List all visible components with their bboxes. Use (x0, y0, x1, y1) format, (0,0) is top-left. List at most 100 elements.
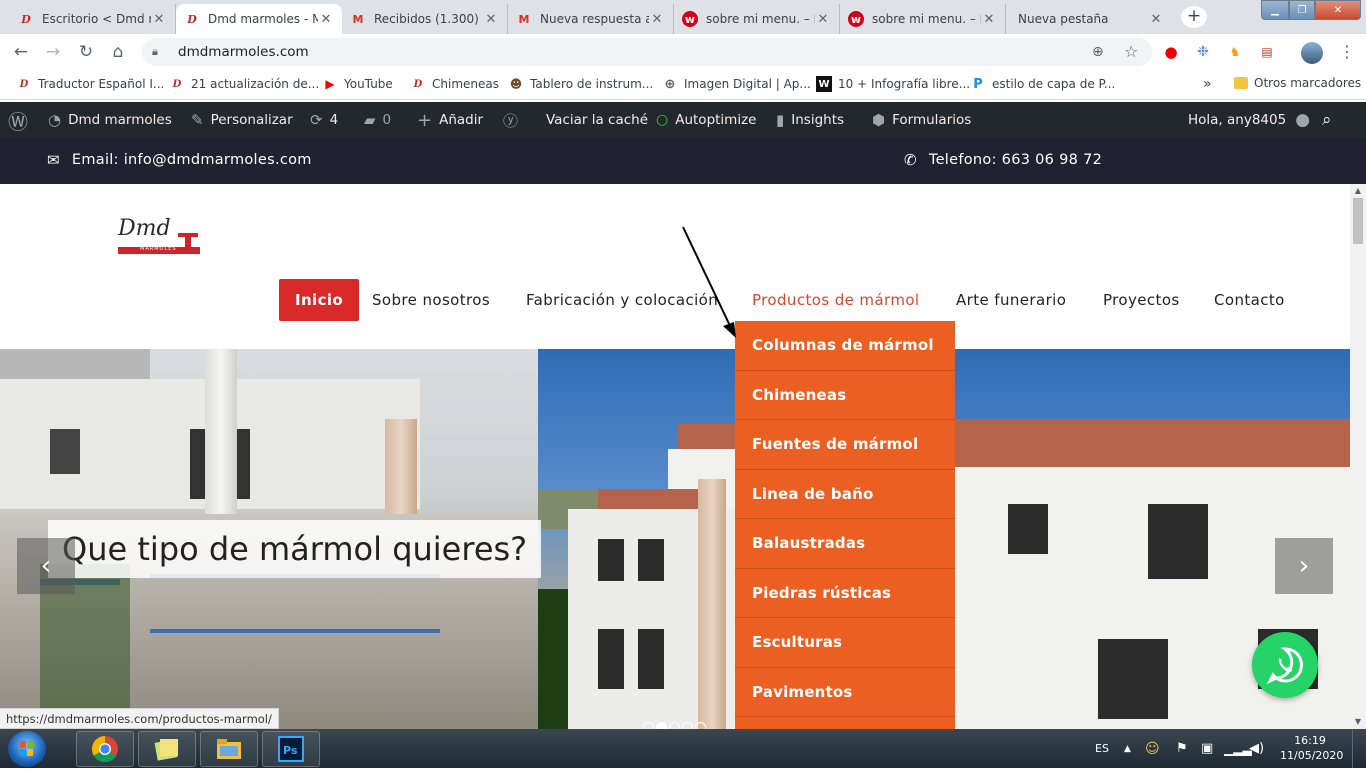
slider-dot[interactable] (695, 722, 706, 729)
wp-forms[interactable]: ⬢ Formularios (872, 102, 971, 138)
bookmark-item[interactable]: ▶ YouTube (322, 76, 392, 92)
slider-dot[interactable] (682, 722, 693, 729)
slider-dot-active[interactable] (656, 722, 667, 729)
bookmarks-overflow-button[interactable]: » (1203, 76, 1212, 92)
menu-icon[interactable]: ⋮ (1339, 42, 1355, 61)
show-desktop-button[interactable] (1352, 729, 1366, 768)
scroll-up-icon[interactable]: ▲ (1350, 184, 1366, 198)
back-icon[interactable]: ← (10, 41, 32, 63)
snowflake-extension-icon[interactable]: ❉ (1194, 43, 1212, 61)
close-icon[interactable]: ✕ (815, 12, 831, 27)
profile-avatar[interactable] (1301, 42, 1323, 64)
home-icon[interactable]: ⌂ (107, 41, 129, 63)
browser-tab[interactable]: M Recibidos (1.300) - ✕ (342, 4, 508, 34)
menu-item-piedras-rusticas[interactable]: Piedras rústicas (735, 569, 955, 618)
network-icon[interactable]: ▁▂▃ (1224, 729, 1252, 768)
taskbar-clock[interactable]: 16:19 11/05/2020 (1280, 733, 1343, 763)
close-icon[interactable]: ✕ (1148, 12, 1164, 27)
nav-item-arte-funerario[interactable]: Arte funerario (956, 279, 1066, 321)
taskbar-photoshop[interactable]: Ps (262, 731, 320, 767)
slider-prev-button[interactable]: ‹ (17, 538, 75, 594)
forward-icon[interactable]: → (42, 41, 64, 63)
nav-item-sobre-nosotros[interactable]: Sobre nosotros (372, 279, 490, 321)
menu-item-columnas[interactable]: Columnas de mármol (735, 321, 955, 371)
menu-item-balaustradas[interactable]: Balaustradas (735, 519, 955, 569)
bookmark-item[interactable]: D Chimeneas (410, 76, 499, 92)
wp-add-new[interactable]: + Añadir (417, 102, 483, 138)
other-bookmarks-folder[interactable]: Otros marcadores (1234, 76, 1361, 90)
wp-updates[interactable]: ⟳ 4 (310, 102, 338, 138)
wp-clear-cache[interactable]: Vaciar la caché (546, 102, 648, 138)
whatsapp-button[interactable] (1252, 632, 1318, 698)
opera-extension-icon[interactable]: ● (1162, 43, 1180, 61)
bookmark-star-icon[interactable]: ☆ (1124, 42, 1138, 61)
browser-tab[interactable]: M Nueva respuesta a ✕ (508, 4, 674, 34)
close-icon[interactable]: ✕ (649, 12, 665, 27)
wp-insights-label: Insights (791, 112, 845, 128)
close-icon[interactable]: ✕ (483, 12, 499, 27)
browser-tab[interactable]: D Escritorio < Dmd m ✕ (10, 4, 176, 34)
new-tab-button[interactable]: + (1181, 6, 1207, 28)
zoom-icon[interactable]: ⊕ (1092, 44, 1104, 60)
nav-item-productos[interactable]: Productos de mármol (752, 279, 920, 321)
close-icon[interactable]: ✕ (318, 12, 334, 27)
bookmark-item[interactable]: D 21 actualización de... (169, 76, 320, 92)
scroll-thumb[interactable] (1353, 198, 1363, 244)
phone-contact[interactable]: ✆ Telefono: 663 06 98 72 (904, 151, 1102, 169)
taskbar-file-explorer[interactable] (200, 731, 258, 767)
extension-icon[interactable]: ♞ (1226, 43, 1244, 61)
menu-item-chimeneas[interactable]: Chimeneas (735, 371, 955, 420)
start-button[interactable] (8, 731, 46, 767)
nav-item-proyectos[interactable]: Proyectos (1103, 279, 1180, 321)
slide-caption: Que tipo de mármol quieres? (48, 520, 542, 578)
close-icon[interactable]: ✕ (981, 12, 997, 27)
menu-item-pavimentos[interactable]: Pavimentos (735, 668, 955, 717)
language-indicator[interactable]: ES (1095, 729, 1109, 768)
bookmark-item[interactable]: W 10 + Infografía libre... (816, 76, 970, 92)
menu-item-fuentes[interactable]: Fuentes de mármol (735, 420, 955, 470)
menu-item-linea-bano[interactable]: Linea de baño (735, 470, 955, 519)
wp-account-menu[interactable]: Hola, any8405 ● (1188, 102, 1310, 138)
window-close-icon[interactable]: ✕ (1315, 0, 1361, 20)
maximize-icon[interactable]: ❐ (1289, 0, 1315, 20)
taskbar-chrome[interactable] (76, 731, 134, 767)
volume-icon[interactable]: ◀) (1249, 729, 1264, 768)
taskbar-explorer-notes[interactable] (138, 731, 196, 767)
wp-autoptimize[interactable]: ○ Autoptimize (656, 102, 756, 138)
wp-insights[interactable]: ▮ Insights (776, 102, 844, 138)
tray-expand-icon[interactable]: ▲ (1124, 729, 1131, 768)
menu-item-esculturas[interactable]: Esculturas (735, 618, 955, 668)
wp-customize[interactable]: ✎ Personalizar (191, 102, 293, 138)
minimize-icon[interactable]: ▁ (1261, 0, 1289, 20)
search-icon[interactable]: ⌕ (1322, 102, 1332, 138)
browser-tab[interactable]: Nueva pestaña ✕ (1006, 4, 1172, 34)
address-bar[interactable]: 🔒︎ dmdmarmoles.com (142, 38, 1152, 66)
browser-tab[interactable]: w sobre mi menu. – P ✕ (674, 4, 840, 34)
bookmark-item[interactable]: ☻ Tablero de instrum... (508, 76, 654, 92)
bookmark-item[interactable]: D Traductor Español I... (16, 76, 165, 92)
wp-comments[interactable]: ▰ 0 (364, 102, 391, 138)
slider-dot[interactable] (669, 722, 680, 729)
wp-site-menu[interactable]: ◔ Dmd marmoles (48, 102, 172, 138)
slider-dot[interactable] (643, 722, 654, 729)
browser-tab[interactable]: w sobre mi menu. – P ✕ (840, 4, 1006, 34)
page-scrollbar[interactable]: ▲ ▼ (1350, 184, 1366, 729)
nav-item-contacto[interactable]: Contacto (1214, 279, 1285, 321)
nav-item-inicio[interactable]: Inicio (279, 279, 360, 321)
bookmark-item[interactable]: ⊕ Imagen Digital | Ap... (662, 76, 811, 92)
wp-logo-icon[interactable]: Ⓦ (8, 102, 28, 138)
pdf-extension-icon[interactable]: ▤ (1258, 43, 1276, 61)
site-logo[interactable]: Dmd MARMOLES (118, 216, 202, 256)
flag-icon[interactable]: ⚑ (1176, 729, 1188, 768)
reload-icon[interactable]: ↻ (75, 41, 97, 63)
browser-tab-active[interactable]: D Dmd marmoles - M ✕ (176, 4, 342, 34)
bookmark-item[interactable]: P estilo de capa de P... (970, 76, 1115, 92)
close-icon[interactable]: ✕ (151, 12, 167, 27)
power-icon[interactable]: ▣ (1201, 729, 1213, 768)
chevron-left-icon: ‹ (40, 551, 52, 581)
scroll-down-icon[interactable]: ▼ (1350, 715, 1366, 729)
email-contact[interactable]: ✉ Email: info@dmdmarmoles.com (47, 151, 312, 169)
yoast-icon[interactable]: ⓨ (503, 102, 518, 138)
tray-app-icon[interactable]: ☺ (1145, 729, 1160, 768)
slider-next-button[interactable]: › (1275, 538, 1333, 594)
